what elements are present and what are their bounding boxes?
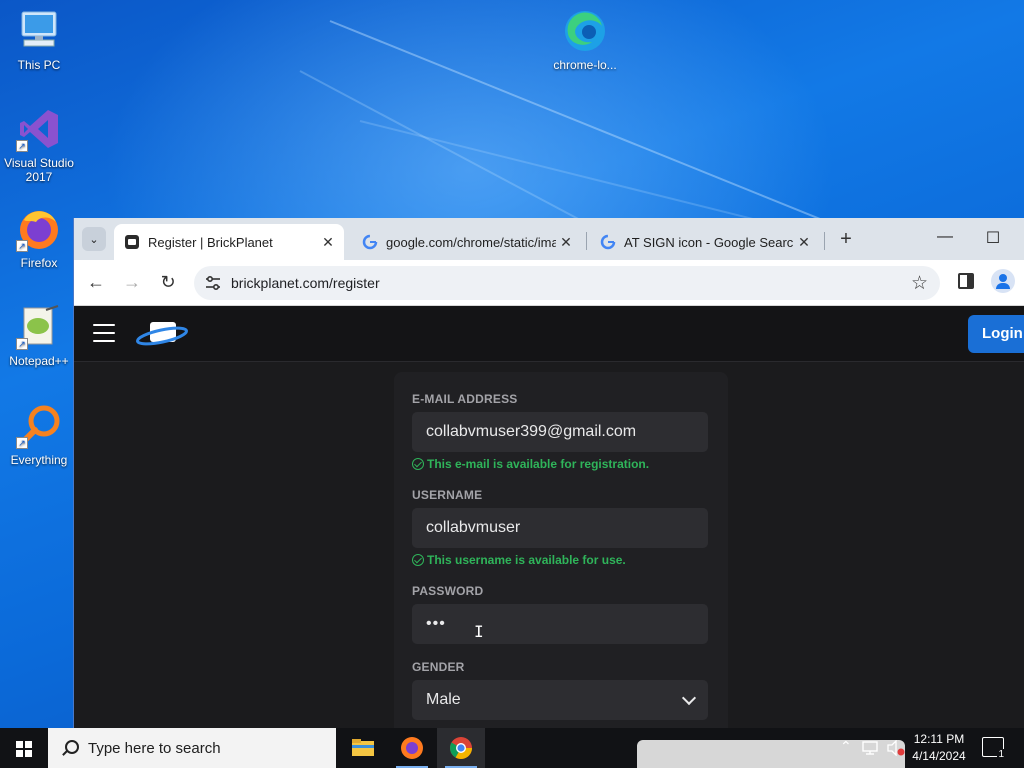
email-label: E-MAIL ADDRESS [412, 392, 518, 406]
email-status: This e-mail is available for registratio… [412, 457, 649, 471]
chevron-down-icon [681, 690, 697, 706]
new-tab-button[interactable]: + [834, 228, 858, 251]
google-favicon [600, 234, 616, 250]
firefox-icon: ↗ [16, 206, 62, 252]
notification-count-badge: 1 [997, 749, 1005, 760]
gender-selected-value: Male [426, 691, 461, 708]
username-field[interactable]: collabvmuser [412, 508, 708, 548]
login-button[interactable]: Login [968, 315, 1024, 353]
taskbar-search-box[interactable]: Type here to search [48, 728, 336, 768]
email-field[interactable]: collabvmuser399@gmail.com [412, 412, 708, 452]
tab-register-brickplanet[interactable]: Register | BrickPlanet ✕ [114, 224, 344, 260]
password-field[interactable]: ••• [412, 604, 708, 644]
desktop-icon-notepadpp[interactable]: ↗ Notepad++ [2, 304, 76, 368]
maximize-button[interactable]: ☐ [978, 228, 1008, 248]
action-center-icon[interactable]: 1 [982, 737, 1005, 760]
gender-label: GENDER [412, 660, 465, 674]
desktop-icon-label: This PC [17, 58, 61, 72]
chevron-down-icon: ⌄ [89, 233, 99, 246]
address-bar[interactable]: brickplanet.com/register ☆ [194, 266, 940, 300]
desktop-icon-firefox[interactable]: ↗ Firefox [2, 206, 76, 270]
register-page-body: E-MAIL ADDRESS collabvmuser399@gmail.com… [74, 362, 1024, 728]
start-button[interactable] [0, 728, 48, 768]
text-cursor-icon: I [474, 622, 484, 641]
side-panel-icon[interactable] [958, 273, 974, 289]
everything-search-icon: ↗ [16, 403, 62, 449]
volume-muted-icon[interactable] [886, 740, 906, 756]
gender-select[interactable]: Male [412, 680, 708, 720]
edge-icon [562, 8, 608, 54]
close-icon[interactable]: ✕ [556, 234, 576, 251]
close-icon[interactable]: ✕ [794, 234, 814, 251]
hamburger-menu-icon[interactable] [93, 324, 115, 342]
taskbar-firefox[interactable] [388, 728, 436, 768]
desktop-icon-label: Firefox [20, 256, 58, 270]
tab-title: google.com/chrome/static/images/... [386, 234, 556, 250]
firefox-icon [401, 737, 423, 759]
registration-form: E-MAIL ADDRESS collabvmuser399@gmail.com… [394, 372, 728, 728]
url-text[interactable]: brickplanet.com/register [231, 275, 380, 291]
desktop-icon-visual-studio[interactable]: ↗ Visual Studio 2017 [2, 106, 76, 184]
windows-logo-icon [16, 741, 32, 757]
file-explorer-icon [352, 739, 374, 756]
site-info-icon [206, 275, 220, 291]
tab-title: Register | BrickPlanet [148, 234, 273, 250]
search-icon [62, 740, 79, 756]
taskbar-clock[interactable]: 12:11 PM 4/14/2024 [906, 731, 972, 765]
username-label: USERNAME [412, 488, 483, 502]
back-arrow-icon[interactable]: ← [84, 271, 108, 295]
email-status-text: This e-mail is available for registratio… [427, 457, 650, 471]
brickplanet-logo[interactable] [136, 318, 188, 348]
tab-separator [586, 232, 587, 250]
desktop-icon-label: Notepad++ [9, 354, 69, 368]
chrome-icon [450, 737, 472, 759]
desktop-icon-label: chrome-lo... [553, 58, 617, 72]
visual-studio-icon: ↗ [16, 106, 62, 152]
shortcut-arrow-icon: ↗ [16, 240, 28, 252]
shortcut-arrow-icon: ↗ [16, 140, 28, 152]
taskbar-search-placeholder: Type here to search [88, 739, 221, 757]
shortcut-arrow-icon: ↗ [16, 437, 28, 449]
taskbar-chrome[interactable] [437, 728, 485, 768]
reload-icon[interactable]: ↻ [156, 271, 180, 295]
chrome-window: ⌄ Register | BrickPlanet ✕ google.com/ch… [73, 218, 1024, 728]
forward-arrow-icon[interactable]: → [120, 271, 144, 295]
site-header: Login [74, 306, 1024, 362]
username-status-text: This username is available for use. [427, 553, 626, 567]
notepadpp-icon: ↗ [16, 304, 62, 350]
brickplanet-favicon [125, 235, 139, 249]
bookmark-star-icon[interactable]: ☆ [911, 272, 928, 295]
username-status: This username is available for use. [412, 553, 626, 567]
check-circle-icon [412, 554, 424, 566]
desktop-icon-label: Everything [10, 453, 68, 467]
desktop-icon-chrome-shortcut[interactable]: chrome-lo... [548, 8, 622, 72]
clock-date: 4/14/2024 [912, 749, 966, 763]
tab-google-chrome-static[interactable]: google.com/chrome/static/images/... ✕ [352, 224, 582, 260]
password-label: PASSWORD [412, 584, 484, 598]
tab-title: AT SIGN icon - Google Search [624, 234, 794, 250]
browser-toolbar: ← → ↻ brickplanet.com/register ☆ [74, 260, 1024, 306]
shortcut-arrow-icon: ↗ [16, 338, 28, 350]
tab-at-sign-search[interactable]: AT SIGN icon - Google Search ✕ [590, 224, 820, 260]
clock-time: 12:11 PM [913, 732, 965, 746]
tab-search-button[interactable]: ⌄ [82, 227, 106, 251]
computer-icon [16, 8, 62, 54]
profile-avatar-icon[interactable] [991, 269, 1015, 293]
desktop-icon-this-pc[interactable]: This PC [2, 8, 76, 72]
chevron-up-icon[interactable]: ⌃ [840, 738, 852, 755]
desktop-icon-label: Visual Studio 2017 [4, 156, 74, 184]
close-icon[interactable]: ✕ [318, 234, 338, 251]
tab-separator [824, 232, 825, 250]
minimize-button[interactable]: — [930, 228, 960, 246]
taskbar-file-explorer[interactable] [339, 728, 387, 768]
check-circle-icon [412, 458, 424, 470]
google-favicon [362, 234, 378, 250]
desktop-icon-everything[interactable]: ↗ Everything [2, 403, 76, 467]
tab-strip: ⌄ Register | BrickPlanet ✕ google.com/ch… [74, 218, 1024, 260]
network-icon[interactable] [862, 740, 880, 756]
